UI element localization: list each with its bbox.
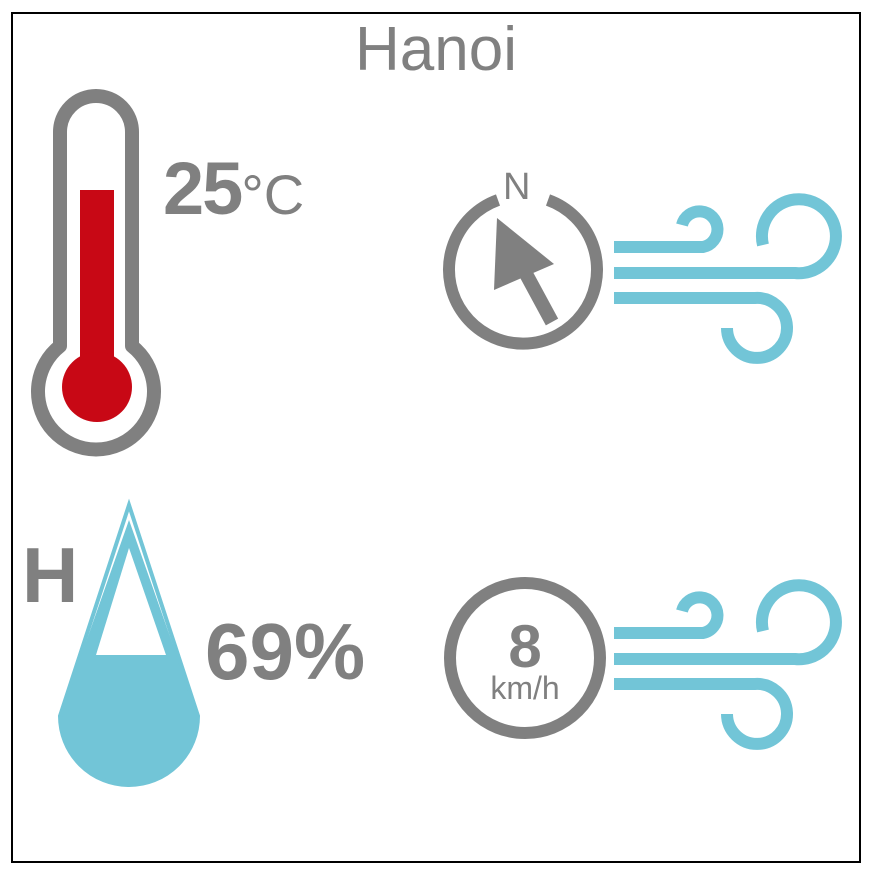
wind-speed-unit: km/h	[490, 670, 560, 706]
thermometer-icon	[31, 89, 161, 457]
compass-icon	[443, 194, 603, 350]
wind-icon	[614, 579, 842, 750]
wind-direction-label: N	[503, 166, 531, 208]
humidity-value: 69%	[205, 607, 366, 696]
temperature-value: 25	[163, 147, 243, 230]
humidity-label: H	[22, 531, 79, 619]
water-drop-icon	[57, 498, 201, 787]
temperature-unit: °C	[241, 163, 305, 226]
temperature-readout: 25°C	[163, 146, 304, 231]
wind-icon	[614, 193, 842, 364]
weather-graphics	[31, 89, 842, 787]
